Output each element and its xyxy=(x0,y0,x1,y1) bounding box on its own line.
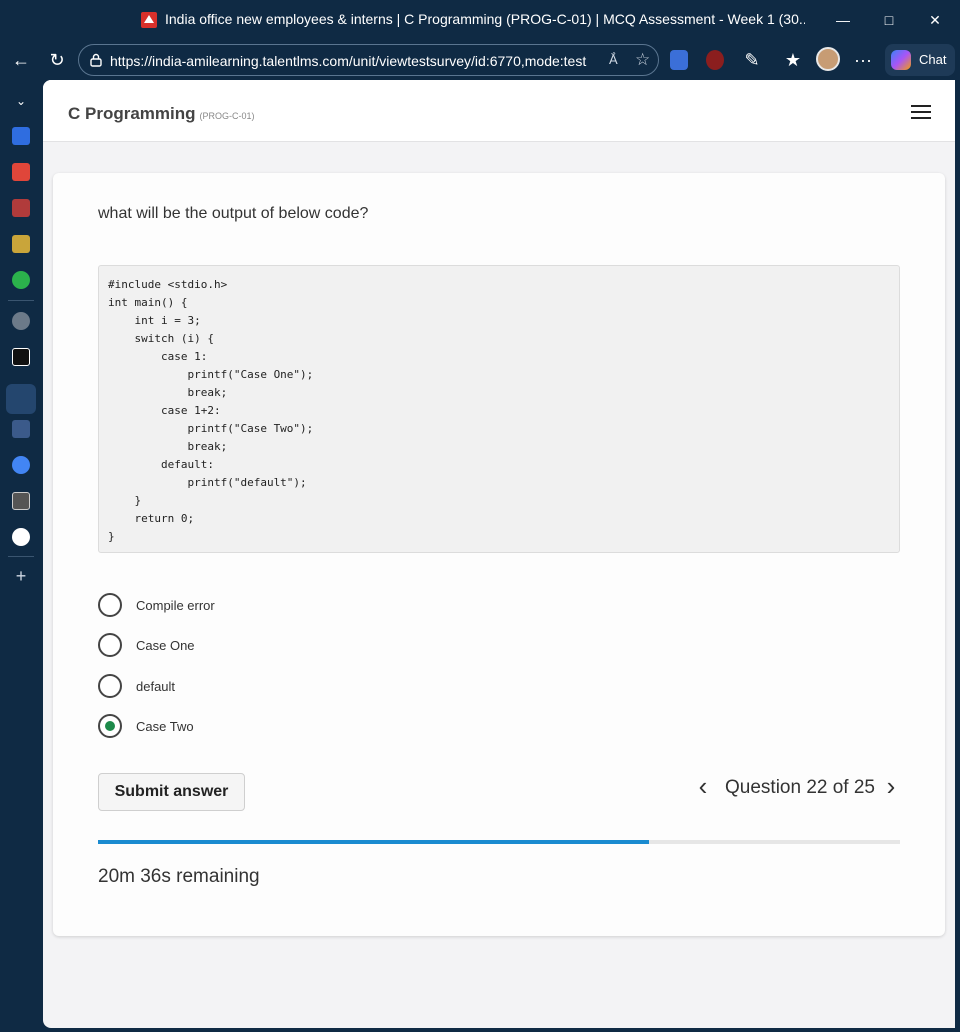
minimize-icon[interactable]: — xyxy=(828,8,858,32)
stack-app-icon[interactable] xyxy=(12,199,30,217)
close-icon[interactable]: ✕ xyxy=(920,8,950,32)
page-content: C Programming (PROG-C-01) what will be th… xyxy=(43,80,955,1028)
favorites-icon[interactable]: ★ xyxy=(782,49,804,71)
course-title-text: C Programming xyxy=(68,104,196,123)
answer-option-default[interactable]: default xyxy=(98,674,398,700)
capture-app-icon[interactable] xyxy=(12,348,30,366)
chat-label: Chat xyxy=(919,52,947,67)
address-bar[interactable]: https://india-amilearning.talentlms.com/… xyxy=(78,44,659,76)
previous-question-icon[interactable]: ‹ xyxy=(693,773,713,801)
r-app-icon[interactable] xyxy=(12,492,30,510)
whatsapp-app-icon[interactable] xyxy=(12,271,30,289)
read-aloud-icon[interactable]: Ắ xyxy=(609,52,618,67)
course-code: (PROG-C-01) xyxy=(199,111,255,121)
extensions-puzzle-icon[interactable]: ✎ xyxy=(741,49,763,71)
question-navigation: ‹ Question 22 of 25 › xyxy=(693,773,903,803)
course-title: C Programming (PROG-C-01) xyxy=(68,104,255,124)
collapse-chevron-icon[interactable]: ⌄ xyxy=(12,94,30,112)
course-header: C Programming (PROG-C-01) xyxy=(43,80,955,142)
more-options-icon[interactable]: ··· xyxy=(852,49,874,71)
progress-bar-fill xyxy=(98,840,649,844)
submit-answer-button[interactable]: Submit answer xyxy=(98,773,245,811)
refresh-icon[interactable]: ↻ xyxy=(46,49,68,71)
radio-button[interactable] xyxy=(98,674,122,698)
profile-avatar[interactable] xyxy=(816,47,840,71)
maximize-icon[interactable]: □ xyxy=(874,8,904,32)
radio-button[interactable] xyxy=(98,593,122,617)
github-app-icon[interactable] xyxy=(12,528,30,546)
talentlms-app-icon[interactable] xyxy=(6,384,36,414)
browser-title-bar: India office new employees & interns | C… xyxy=(0,0,960,40)
url-text[interactable]: https://india-amilearning.talentlms.com/… xyxy=(110,53,600,69)
answer-option-case-one[interactable]: Case One xyxy=(98,633,398,659)
radio-button[interactable] xyxy=(98,633,122,657)
favorite-star-icon[interactable]: ☆ xyxy=(635,50,650,70)
site-favicon-icon xyxy=(141,12,157,28)
files-app-icon[interactable] xyxy=(12,420,30,438)
back-icon[interactable]: ← xyxy=(10,49,32,71)
add-app-icon[interactable]: + xyxy=(12,567,30,585)
answer-option-compile-error[interactable]: Compile error xyxy=(98,593,398,619)
google-app-icon[interactable] xyxy=(12,456,30,474)
browser-sidebar: ⌄ + xyxy=(0,80,42,1032)
code-text: #include <stdio.h> int main() { int i = … xyxy=(108,278,314,543)
sidebar-divider xyxy=(8,300,34,301)
sidebar-divider xyxy=(8,556,34,557)
lock-icon xyxy=(90,53,102,67)
podcast-app-icon[interactable] xyxy=(12,312,30,330)
window-title: India office new employees & interns | C… xyxy=(165,11,805,27)
answer-option-case-two[interactable]: Case Two xyxy=(98,714,398,740)
menu-hamburger-icon[interactable] xyxy=(911,105,931,119)
notes-app-icon[interactable] xyxy=(12,235,30,253)
option-label: Compile error xyxy=(136,598,215,613)
next-question-icon[interactable]: › xyxy=(881,773,901,801)
option-label: Case One xyxy=(136,638,195,653)
copilot-icon xyxy=(891,50,911,70)
ublock-extension-icon[interactable] xyxy=(706,50,724,70)
question-card: what will be the output of below code? #… xyxy=(53,173,945,936)
copilot-chat-button[interactable]: Chat xyxy=(885,44,955,76)
question-counter: Question 22 of 25 xyxy=(725,777,875,798)
time-remaining: 20m 36s remaining xyxy=(98,866,260,887)
code-block: #include <stdio.h> int main() { int i = … xyxy=(98,265,900,553)
calendar-app-icon[interactable] xyxy=(12,127,30,145)
option-label: default xyxy=(136,679,176,694)
gmail-app-icon[interactable] xyxy=(12,163,30,181)
progress-bar xyxy=(98,840,900,844)
option-label: Case Two xyxy=(136,719,194,734)
question-prompt: what will be the output of below code? xyxy=(98,205,369,222)
bitwarden-extension-icon[interactable] xyxy=(670,50,688,70)
radio-button-selected[interactable] xyxy=(98,714,122,738)
